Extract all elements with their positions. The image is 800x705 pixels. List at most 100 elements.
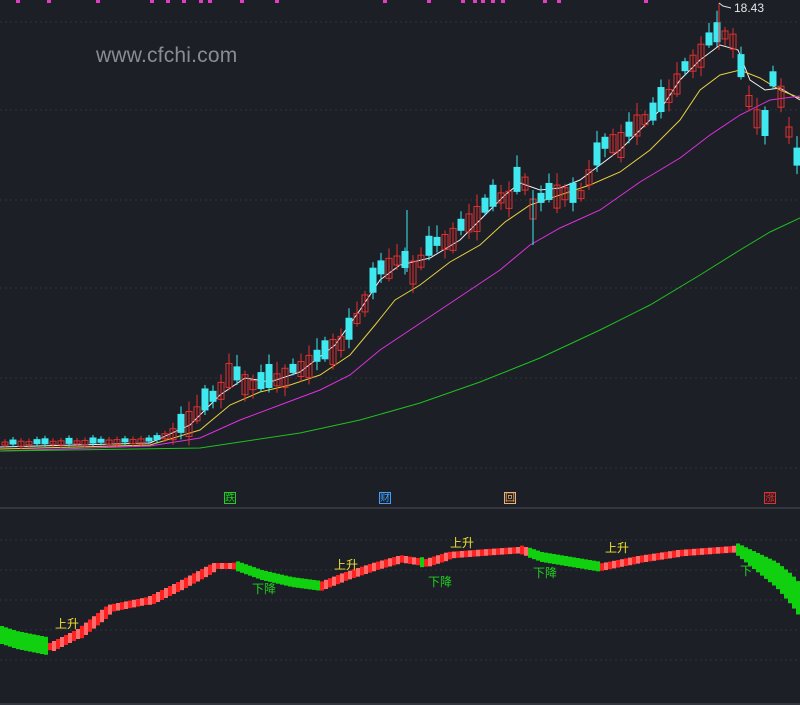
down-candle xyxy=(457,218,465,231)
trend-down-bar xyxy=(4,627,8,646)
down-candle xyxy=(209,390,217,402)
trend-up-bar xyxy=(664,551,668,559)
ma-line-white xyxy=(0,44,800,448)
trend-up-bar xyxy=(516,547,520,554)
trend-up-bar xyxy=(520,545,524,555)
trend-up-bar xyxy=(200,568,204,580)
down-candle xyxy=(345,317,353,340)
candlestick-series xyxy=(1,3,800,450)
trend-up-bar xyxy=(708,547,712,555)
signal-down-label: 下降 xyxy=(252,582,277,596)
trend-up-bar xyxy=(60,637,64,647)
trend-up-bar xyxy=(624,558,628,566)
trend-down-bar xyxy=(304,578,308,589)
down-candle xyxy=(625,121,633,137)
trend-up-bar xyxy=(656,553,660,561)
trend-down-bar xyxy=(784,569,788,599)
trend-up-bar xyxy=(180,579,184,591)
trend-down-bar xyxy=(768,558,772,583)
trend-up-bar xyxy=(600,563,604,571)
event-marker xyxy=(208,0,212,3)
down-candle xyxy=(769,71,777,87)
down-candle xyxy=(761,110,769,136)
event-marker xyxy=(275,0,279,3)
badge-fall[interactable]: 跌 xyxy=(224,492,236,504)
trend-indicator xyxy=(0,543,800,655)
trend-up-bar xyxy=(628,557,632,566)
down-candle xyxy=(481,197,489,213)
trend-up-bar xyxy=(400,555,404,563)
trend-down-bar xyxy=(256,568,260,579)
trend-up-bar xyxy=(460,550,464,558)
chart-grid xyxy=(0,21,800,661)
trend-up-bar xyxy=(632,556,636,565)
trend-down-bar xyxy=(28,633,32,652)
trend-up-bar xyxy=(392,557,396,566)
badge-finance[interactable]: 财 xyxy=(379,492,391,504)
trend-down-bar xyxy=(576,558,580,568)
trend-up-bar xyxy=(404,556,408,564)
trend-up-bar xyxy=(360,566,364,576)
trend-up-bar xyxy=(672,550,676,558)
event-marker xyxy=(383,0,387,3)
badge-pullback[interactable]: 回 xyxy=(504,492,516,504)
event-marker xyxy=(182,0,186,3)
trend-up-bar xyxy=(436,555,440,564)
down-candle xyxy=(545,182,553,200)
trend-down-bar xyxy=(592,560,596,571)
event-marker xyxy=(501,0,505,3)
trend-up-bar xyxy=(720,546,724,554)
trend-down-bar xyxy=(12,630,16,648)
event-marker xyxy=(644,0,648,3)
trend-down-bar xyxy=(20,632,24,650)
trend-down-bar xyxy=(312,579,316,590)
trend-down-bar xyxy=(280,574,284,585)
trend-up-bar xyxy=(424,559,428,567)
trend-up-bar xyxy=(172,584,176,594)
down-candle xyxy=(513,166,521,192)
down-candle xyxy=(489,184,497,207)
trend-down-bar xyxy=(300,578,304,589)
trend-up-bar xyxy=(336,575,340,585)
trend-up-bar xyxy=(508,547,512,555)
high-price-label: 18.43 xyxy=(734,1,765,15)
down-candle xyxy=(569,182,577,203)
trend-up-bar xyxy=(176,582,180,592)
trend-down-bar xyxy=(316,580,320,591)
trend-up-bar xyxy=(696,548,700,556)
trend-up-bar xyxy=(492,548,496,556)
stock-chart[interactable] xyxy=(0,0,800,705)
trend-down-bar xyxy=(284,575,288,586)
trend-up-bar xyxy=(408,556,412,564)
trend-down-bar xyxy=(24,632,28,651)
trend-up-bar xyxy=(104,606,108,619)
trend-up-bar xyxy=(700,548,704,555)
down-candle xyxy=(257,372,265,390)
down-candle xyxy=(233,366,241,381)
trend-down-bar xyxy=(248,565,252,576)
trend-up-bar xyxy=(496,548,500,555)
signal-up-label: 上升 xyxy=(55,617,80,631)
trend-up-bar xyxy=(384,559,388,568)
trend-up-bar xyxy=(684,549,688,556)
trend-up-bar xyxy=(216,563,220,569)
trend-up-bar xyxy=(480,549,484,557)
trend-up-bar xyxy=(376,561,380,570)
trend-up-bar xyxy=(120,602,124,610)
trend-up-bar xyxy=(196,571,200,582)
trend-down-bar xyxy=(240,562,244,573)
down-candle xyxy=(201,388,209,411)
watermark: www.cfchi.com xyxy=(96,44,238,67)
badge-rise[interactable]: 涨 xyxy=(764,492,776,504)
trend-up-bar xyxy=(640,555,644,563)
trend-up-bar xyxy=(468,550,472,557)
down-candle xyxy=(97,438,105,443)
trend-up-bar xyxy=(328,578,332,588)
trend-up-bar xyxy=(344,572,348,581)
trend-up-bar xyxy=(228,563,232,569)
trend-up-bar xyxy=(232,562,236,570)
trend-down-bar xyxy=(420,557,424,568)
trend-up-bar xyxy=(324,579,328,589)
trend-down-bar xyxy=(764,556,768,579)
trend-up-bar xyxy=(340,573,344,583)
